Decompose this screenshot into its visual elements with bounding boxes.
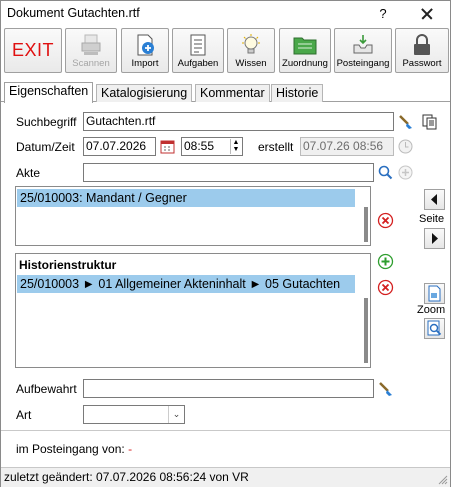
close-icon[interactable] [415, 3, 439, 25]
time-spinner[interactable]: ▲ ▼ [230, 139, 241, 154]
time-input[interactable]: 08:55 ▲ ▼ [181, 137, 243, 156]
akte-list-scrollbar[interactable] [364, 207, 368, 242]
zoom-label: Zoom [417, 304, 446, 316]
exit-button[interactable]: EXIT [4, 28, 62, 73]
erstellt-field: 07.07.26 08:56 [300, 137, 394, 156]
add-disabled-icon [398, 165, 413, 180]
import-label: Import [131, 58, 159, 69]
clock-icon [398, 139, 413, 154]
tab-eigenschaften[interactable]: Eigenschaften [4, 82, 94, 103]
posteingang-info: im Posteingang von: - [16, 442, 132, 456]
folder-tree-icon [293, 37, 317, 55]
posteingang-button[interactable]: Posteingang [334, 28, 392, 73]
aufbewahrt-label: Aufbewahrt [16, 382, 77, 396]
toolbar: EXIT Scannen Import Aufgaben Wissen Zuor… [1, 27, 450, 77]
seite-label: Seite [419, 213, 445, 225]
window-title: Dokument Gutachten.rtf [7, 6, 140, 20]
lightbulb-icon [242, 34, 260, 54]
tab-katalogisierung[interactable]: Katalogisierung [96, 84, 193, 102]
akte-input[interactable] [83, 163, 374, 182]
aufbewahrt-input[interactable] [83, 379, 374, 398]
arrow-left-icon [431, 194, 437, 205]
erstellt-label: erstellt [258, 140, 294, 154]
suchbegriff-label: Suchbegriff [16, 115, 77, 129]
list-item[interactable]: 25/010003: Mandant / Gegner [17, 189, 355, 207]
resize-grip-icon[interactable] [438, 475, 448, 485]
previous-page-button[interactable] [424, 189, 445, 210]
next-page-button[interactable] [424, 228, 445, 249]
historie-list[interactable]: Historienstruktur 25/010003 ► 01 Allgeme… [15, 253, 371, 368]
date-input[interactable]: 07.07.2026 [83, 137, 156, 156]
scannen-button[interactable]: Scannen [65, 28, 117, 73]
wissen-button[interactable]: Wissen [227, 28, 275, 73]
lock-icon [414, 34, 430, 55]
preview-button[interactable] [424, 283, 445, 304]
delete-icon[interactable] [377, 212, 394, 229]
status-bar: zuletzt geändert: 07.07.2026 08:56:24 vo… [1, 467, 450, 487]
datumzeit-label: Datum/Zeit [16, 140, 75, 154]
brush-icon[interactable] [397, 113, 414, 130]
search-icon[interactable] [377, 164, 394, 181]
tab-historie[interactable]: Historie [271, 84, 324, 102]
inbox-icon [353, 35, 373, 54]
time-value: 08:55 [184, 139, 215, 153]
wissen-label: Wissen [235, 58, 267, 69]
arrow-right-icon [432, 233, 438, 244]
copy-icon[interactable] [421, 113, 438, 130]
aufgaben-label: Aufgaben [177, 58, 219, 69]
calendar-icon[interactable] [159, 138, 176, 155]
historie-heading: Historienstruktur [19, 258, 117, 272]
chevron-down-icon[interactable]: ⌄ [168, 406, 184, 423]
suchbegriff-input[interactable]: Gutachten.rtf [83, 112, 394, 131]
passwort-button[interactable]: Passwort [395, 28, 449, 73]
import-button[interactable]: Import [121, 28, 169, 73]
aufgaben-button[interactable]: Aufgaben [172, 28, 224, 73]
scanner-icon [81, 34, 101, 55]
tab-kommentar[interactable]: Kommentar [195, 84, 270, 102]
passwort-label: Passwort [402, 58, 442, 69]
exit-label: EXIT [11, 40, 54, 60]
posteingang-label: Posteingang [336, 58, 390, 69]
art-label: Art [16, 408, 32, 422]
scannen-label: Scannen [72, 58, 110, 69]
zuordnung-label: Zuordnung [282, 58, 328, 69]
task-list-icon [190, 34, 206, 56]
zuordnung-button[interactable]: Zuordnung [279, 28, 331, 73]
posteingang-info-label: im Posteingang von: [16, 442, 125, 456]
status-text: zuletzt geändert: 07.07.2026 08:56:24 vo… [4, 470, 249, 484]
list-item[interactable]: 25/010003 ► 01 Allgemeiner Akteninhalt ►… [17, 275, 355, 293]
import-icon [137, 34, 154, 56]
divider [1, 430, 450, 431]
brush-icon[interactable] [377, 380, 394, 397]
akte-list[interactable]: 25/010003: Mandant / Gegner [15, 186, 371, 246]
tab-bar: Eigenschaften Katalogisierung Kommentar … [1, 82, 450, 103]
zoom-icon [427, 320, 442, 336]
akte-label: Akte [16, 166, 41, 180]
posteingang-info-value: - [128, 442, 133, 456]
add-icon[interactable] [377, 253, 394, 270]
historie-list-scrollbar[interactable] [364, 298, 368, 363]
delete-icon[interactable] [377, 279, 394, 296]
art-select[interactable]: ⌄ [83, 405, 185, 424]
help-button[interactable]: ? [373, 4, 393, 24]
document-preview-icon [428, 285, 441, 302]
title-bar: Dokument Gutachten.rtf ? [1, 1, 450, 27]
zoom-button[interactable] [424, 318, 445, 339]
document-dialog: Dokument Gutachten.rtf ? EXIT Scannen Im… [0, 0, 451, 487]
